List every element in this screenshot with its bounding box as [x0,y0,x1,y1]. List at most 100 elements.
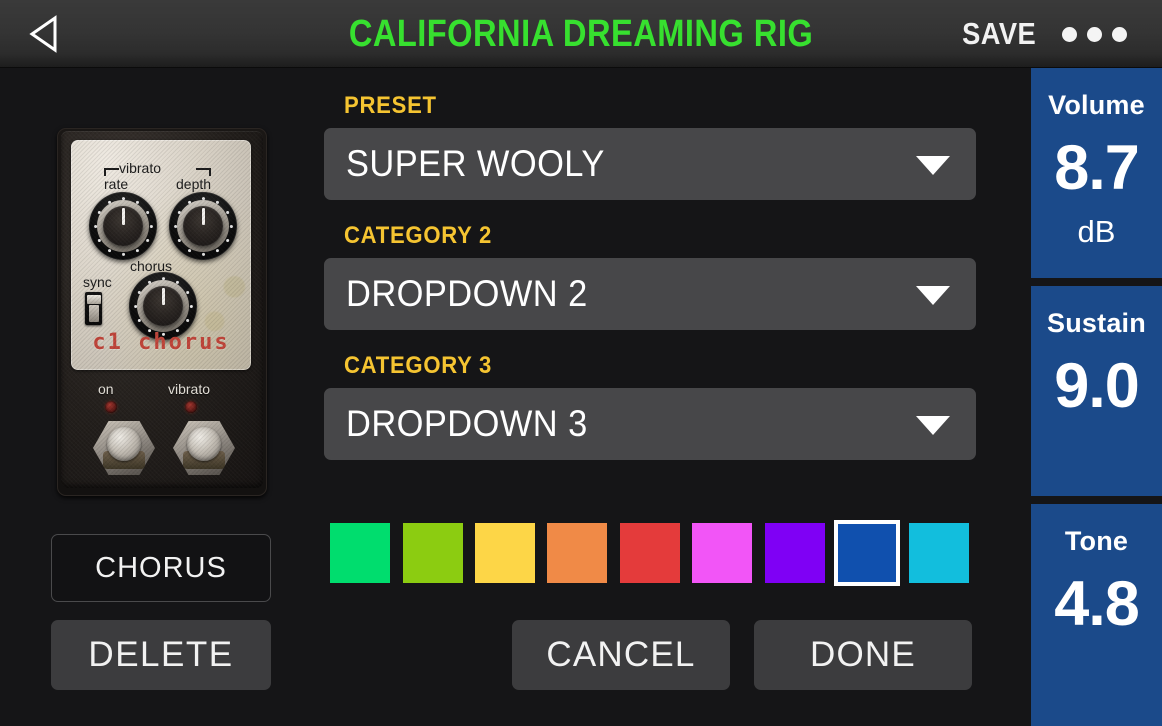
param-sustain-name: Sustain [1047,308,1146,338]
color-swatch-cyan[interactable] [903,519,975,587]
color-swatch-chip [619,523,680,583]
knob-rate[interactable] [89,192,157,260]
color-swatch-red[interactable] [614,519,686,587]
knob-rate-pointer [121,207,125,225]
color-swatch-orange[interactable] [541,519,613,587]
title-bar: CALIFORNIA DREAMING RIG SAVE [0,0,1162,68]
knob-marker-dot [149,224,153,228]
dropdown-preset[interactable]: SUPER WOOLY [324,128,976,200]
color-swatch-yellow[interactable] [469,519,541,587]
knob-marker-dot [173,224,177,228]
pedal-body: vibrato rate depth chorus sync c1 chorus… [61,131,263,488]
footswitch-on-cap [107,427,141,461]
color-swatch-row [324,519,976,587]
param-panel-sustain[interactable]: Sustain 9.0 [1031,286,1162,496]
led-vibrato-icon [185,401,197,413]
knob-marker-dot [93,224,97,228]
vibrato-bracket-left [104,168,119,176]
field-label-category-3: CATEGORY 3 [344,352,493,379]
app-root: CALIFORNIA DREAMING RIG SAVE vibrato rat… [0,0,1162,726]
knob-marker-dot [185,318,189,322]
color-swatch-purple[interactable] [758,519,830,587]
chevron-down-icon [916,156,950,175]
footswitch-on[interactable] [93,417,155,479]
param-sustain-value: 9.0 [1054,351,1140,421]
footswitch-vibrato[interactable] [173,417,235,479]
sync-switch-body [88,305,99,322]
field-label-preset: PRESET [344,92,437,119]
dropdown-category-2[interactable]: DROPDOWN 2 [324,258,976,330]
footswitch-label-on: on [98,381,114,397]
parameter-sidebar: Volume 8.7 dB Sustain 9.0 Tone 4.8 [1031,68,1162,726]
dropdown-category-2-value: DROPDOWN 2 [346,273,588,314]
chevron-down-icon [916,416,950,435]
color-swatch-magenta[interactable] [686,519,758,587]
save-button[interactable]: SAVE [962,0,1036,68]
pedal-label-vibrato: vibrato [119,160,162,176]
pedal-label-depth: depth [176,176,212,192]
pedal-brand-logo: c1 chorus [92,330,230,355]
param-volume-value: 8.7 [1054,133,1140,203]
knob-marker-dot [133,304,137,308]
color-swatch-yellow-green[interactable] [396,519,468,587]
dot-2 [1086,26,1102,42]
pedal-label-rate: rate [104,176,129,192]
color-swatch-chip [833,520,900,586]
footswitch-vibrato-cap [187,427,221,461]
back-button[interactable] [20,10,68,58]
chevron-down-icon [916,286,950,305]
color-swatch-chip [764,523,825,583]
cancel-button[interactable]: CANCEL [512,620,730,690]
knob-marker-dot [145,238,149,242]
sync-switch-lever [86,295,101,304]
dropdown-preset-value: SUPER WOOLY [346,143,605,184]
pedal-label-sync: sync [83,274,112,290]
done-button[interactable]: DONE [754,620,972,690]
color-swatch-blue[interactable] [831,519,903,587]
chorus-button[interactable]: CHORUS [51,534,271,602]
color-swatch-chip [474,523,535,583]
color-swatch-chip [402,523,463,583]
back-triangle-icon [29,15,59,53]
knob-marker-dot [161,276,165,280]
color-swatch-chip [547,523,608,583]
field-label-category-2: CATEGORY 2 [344,222,493,249]
knob-marker-dot [225,238,229,242]
knob-marker-dot [121,252,125,256]
knob-marker-dot [189,304,193,308]
knob-depth-pointer [201,207,205,225]
knob-marker-dot [201,196,205,200]
sync-toggle-switch[interactable] [85,292,102,325]
knob-chorus-pointer [161,287,165,305]
color-swatch-spring-green[interactable] [324,519,396,587]
knob-marker-dot [121,196,125,200]
knob-marker-dot [135,248,139,252]
pedal-footswitch-area: on vibrato [71,379,251,489]
dropdown-category-3-value: DROPDOWN 3 [346,403,588,444]
led-on-icon [105,401,117,413]
color-swatch-chip [692,523,753,583]
overflow-dots-icon[interactable] [1054,0,1134,68]
param-volume-unit: dB [1077,214,1116,249]
footswitch-label-vibrato: vibrato [168,381,211,397]
knob-marker-dot [215,248,219,252]
color-swatch-chip [330,523,391,583]
dot-3 [1111,26,1127,42]
color-swatch-chip [909,523,970,583]
page-title: CALIFORNIA DREAMING RIG [348,12,814,55]
knob-marker-dot [229,224,233,228]
param-volume-name: Volume [1048,90,1145,120]
vibrato-bracket-right [196,168,211,176]
dot-1 [1061,26,1077,42]
pedal-graphic[interactable]: vibrato rate depth chorus sync c1 chorus… [57,128,267,496]
knob-depth[interactable] [169,192,237,260]
preset-form: PRESET SUPER WOOLY CATEGORY 2 DROPDOWN 2… [324,92,976,482]
knob-marker-dot [201,252,205,256]
param-panel-tone[interactable]: Tone 4.8 [1031,504,1162,726]
dropdown-category-3[interactable]: DROPDOWN 3 [324,388,976,460]
param-panel-volume[interactable]: Volume 8.7 dB [1031,68,1162,278]
param-tone-name: Tone [1064,526,1129,556]
param-tone-value: 4.8 [1054,569,1140,639]
pedal-faceplate: vibrato rate depth chorus sync c1 chorus [71,140,251,370]
delete-button[interactable]: DELETE [51,620,271,690]
